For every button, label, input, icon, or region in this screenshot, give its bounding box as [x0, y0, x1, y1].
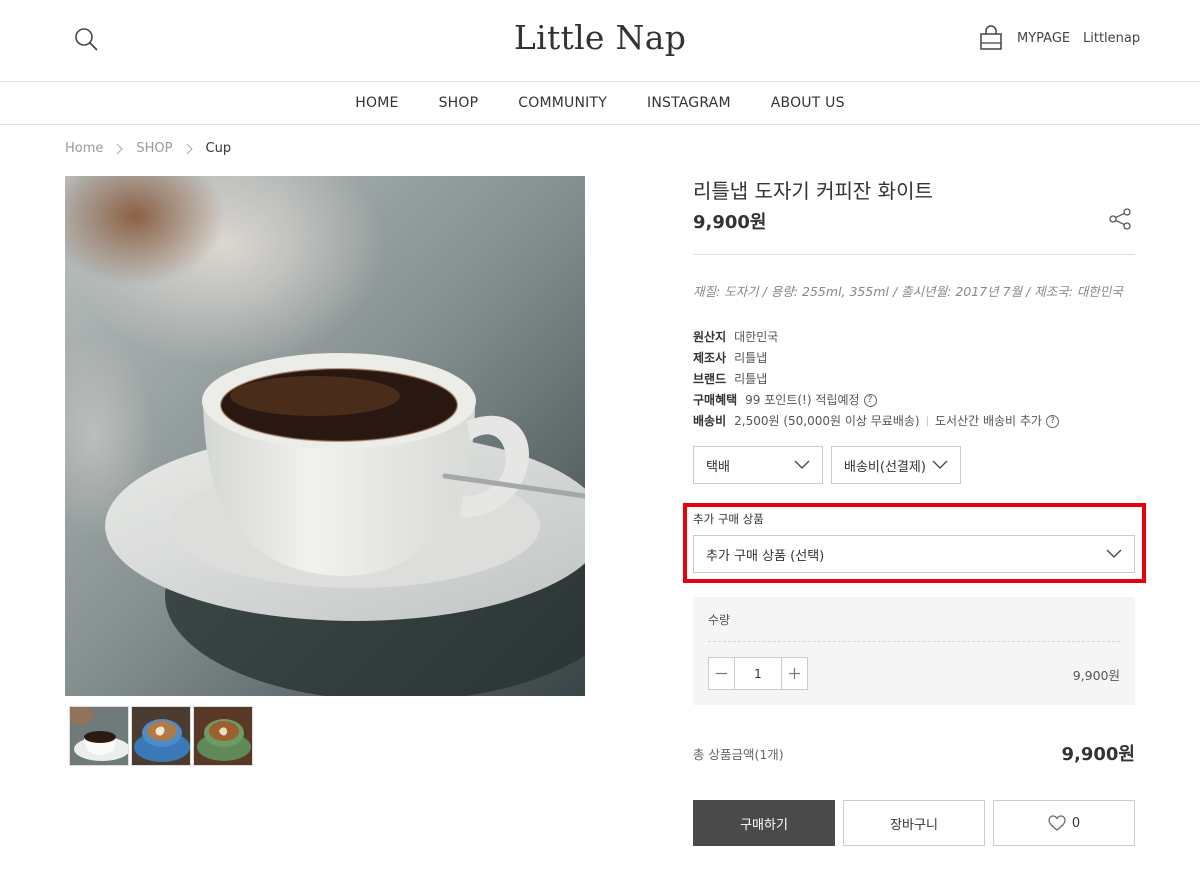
spec-row-manufacturer: 제조사 리틀냅: [693, 348, 1059, 369]
thumbnail-white-cup[interactable]: [69, 706, 129, 766]
heart-icon: [1048, 815, 1066, 831]
spec-row-benefit: 구매혜택 99 포인트(!) 적립예정 ?: [693, 390, 1059, 411]
shopping-bag-icon[interactable]: [978, 25, 1004, 51]
spec-label: 원산지: [693, 330, 727, 344]
shipping-method-select[interactable]: 택배: [693, 446, 823, 484]
cart-button[interactable]: 장바구니: [843, 800, 985, 846]
wishlist-button[interactable]: 0: [993, 800, 1135, 846]
spec-value: 2,500원 (50,000원 이상 무료배송): [734, 414, 920, 428]
spec-value: 리틀냅: [734, 351, 768, 365]
product-specs: 원산지 대한민국 제조사 리틀냅 브랜드 리틀냅 구매혜택 99 포인트(!) …: [693, 327, 1059, 432]
chevron-right-icon: [186, 143, 193, 154]
nav-item-community[interactable]: COMMUNITY: [518, 95, 607, 111]
chevron-down-icon: [794, 460, 810, 469]
thumbnail-green-cup[interactable]: [193, 706, 253, 766]
quantity-stepper: [708, 657, 808, 690]
product-price: 9,900원: [693, 212, 767, 233]
spec-label: 배송비: [693, 414, 727, 428]
remote-area-shipping-note: 도서산간 배송비 추가: [934, 414, 1042, 428]
breadcrumb-current: Cup: [205, 141, 232, 156]
quantity-label: 수량: [708, 613, 731, 627]
nav-item-shop[interactable]: SHOP: [439, 95, 479, 111]
line-price: 9,900원: [1072, 668, 1120, 683]
shipping-fee-value: 배송비(선결제): [844, 459, 926, 475]
divider: [708, 641, 1120, 642]
addon-product-value: 추가 구매 상품 (선택): [706, 548, 825, 564]
spec-value: 99 포인트(!) 적립예정: [745, 393, 860, 407]
nav-item-instagram[interactable]: INSTAGRAM: [647, 95, 731, 111]
breadcrumb-shop[interactable]: SHOP: [136, 141, 172, 156]
main-nav: HOME SHOP COMMUNITY INSTAGRAM ABOUT US: [0, 82, 1200, 125]
addon-product-select[interactable]: 추가 구매 상품 (선택): [693, 535, 1135, 573]
nav-item-about-us[interactable]: ABOUT US: [771, 95, 845, 111]
spec-row-origin: 원산지 대한민국: [693, 327, 1059, 348]
minus-icon[interactable]: [709, 658, 734, 689]
spec-value: 리틀냅: [734, 372, 768, 386]
separator: |: [925, 416, 929, 427]
breadcrumb-home[interactable]: Home: [65, 141, 103, 156]
divider: [693, 254, 1135, 255]
quantity-panel: 수량 9,900원: [693, 597, 1135, 705]
total-label: 총 상품금액(1개): [693, 747, 784, 762]
question-icon[interactable]: ?: [863, 394, 877, 407]
spec-value: 대한민국: [734, 330, 779, 344]
spec-label: 구매혜택: [693, 393, 738, 407]
thumbnail-blue-cup[interactable]: [131, 706, 191, 766]
wishlist-count: 0: [1071, 815, 1081, 831]
share-icon[interactable]: [1108, 207, 1132, 231]
shipping-method-value: 택배: [706, 459, 730, 475]
product-description: 재질: 도자기 / 용량: 255ml, 355ml / 출시년월: 2017년…: [693, 284, 1123, 299]
shipping-fee-select[interactable]: 배송비(선결제): [831, 446, 961, 484]
spec-row-shipping: 배송비 2,500원 (50,000원 이상 무료배송) | 도서산간 배송비 …: [693, 411, 1059, 432]
chevron-right-icon: [117, 143, 124, 154]
logo-text[interactable]: Little Nap: [514, 18, 686, 57]
username-link[interactable]: Littlenap: [1083, 31, 1140, 46]
plus-icon[interactable]: [782, 658, 807, 689]
spec-label: 제조사: [693, 351, 727, 365]
site-header: Little Nap MYPAGE Littlenap: [0, 0, 1200, 82]
quantity-input[interactable]: [734, 658, 782, 689]
buy-button[interactable]: 구매하기: [693, 800, 835, 846]
total-price: 9,900원: [1061, 744, 1136, 765]
product-name: 리틀냅 도자기 커피잔 화이트: [693, 179, 933, 203]
chevron-down-icon: [932, 460, 948, 469]
question-icon[interactable]: ?: [1045, 415, 1059, 428]
breadcrumb: Home SHOP Cup: [65, 141, 231, 156]
thumbnail-list: [69, 706, 253, 766]
addon-product-label: 추가 구매 상품: [693, 512, 764, 526]
spec-label: 브랜드: [693, 372, 727, 386]
product-main-image: [65, 176, 585, 696]
nav-item-home[interactable]: HOME: [355, 95, 398, 111]
chevron-down-icon: [1106, 549, 1122, 558]
mypage-link[interactable]: MYPAGE: [1017, 31, 1070, 46]
spec-row-brand: 브랜드 리틀냅: [693, 369, 1059, 390]
